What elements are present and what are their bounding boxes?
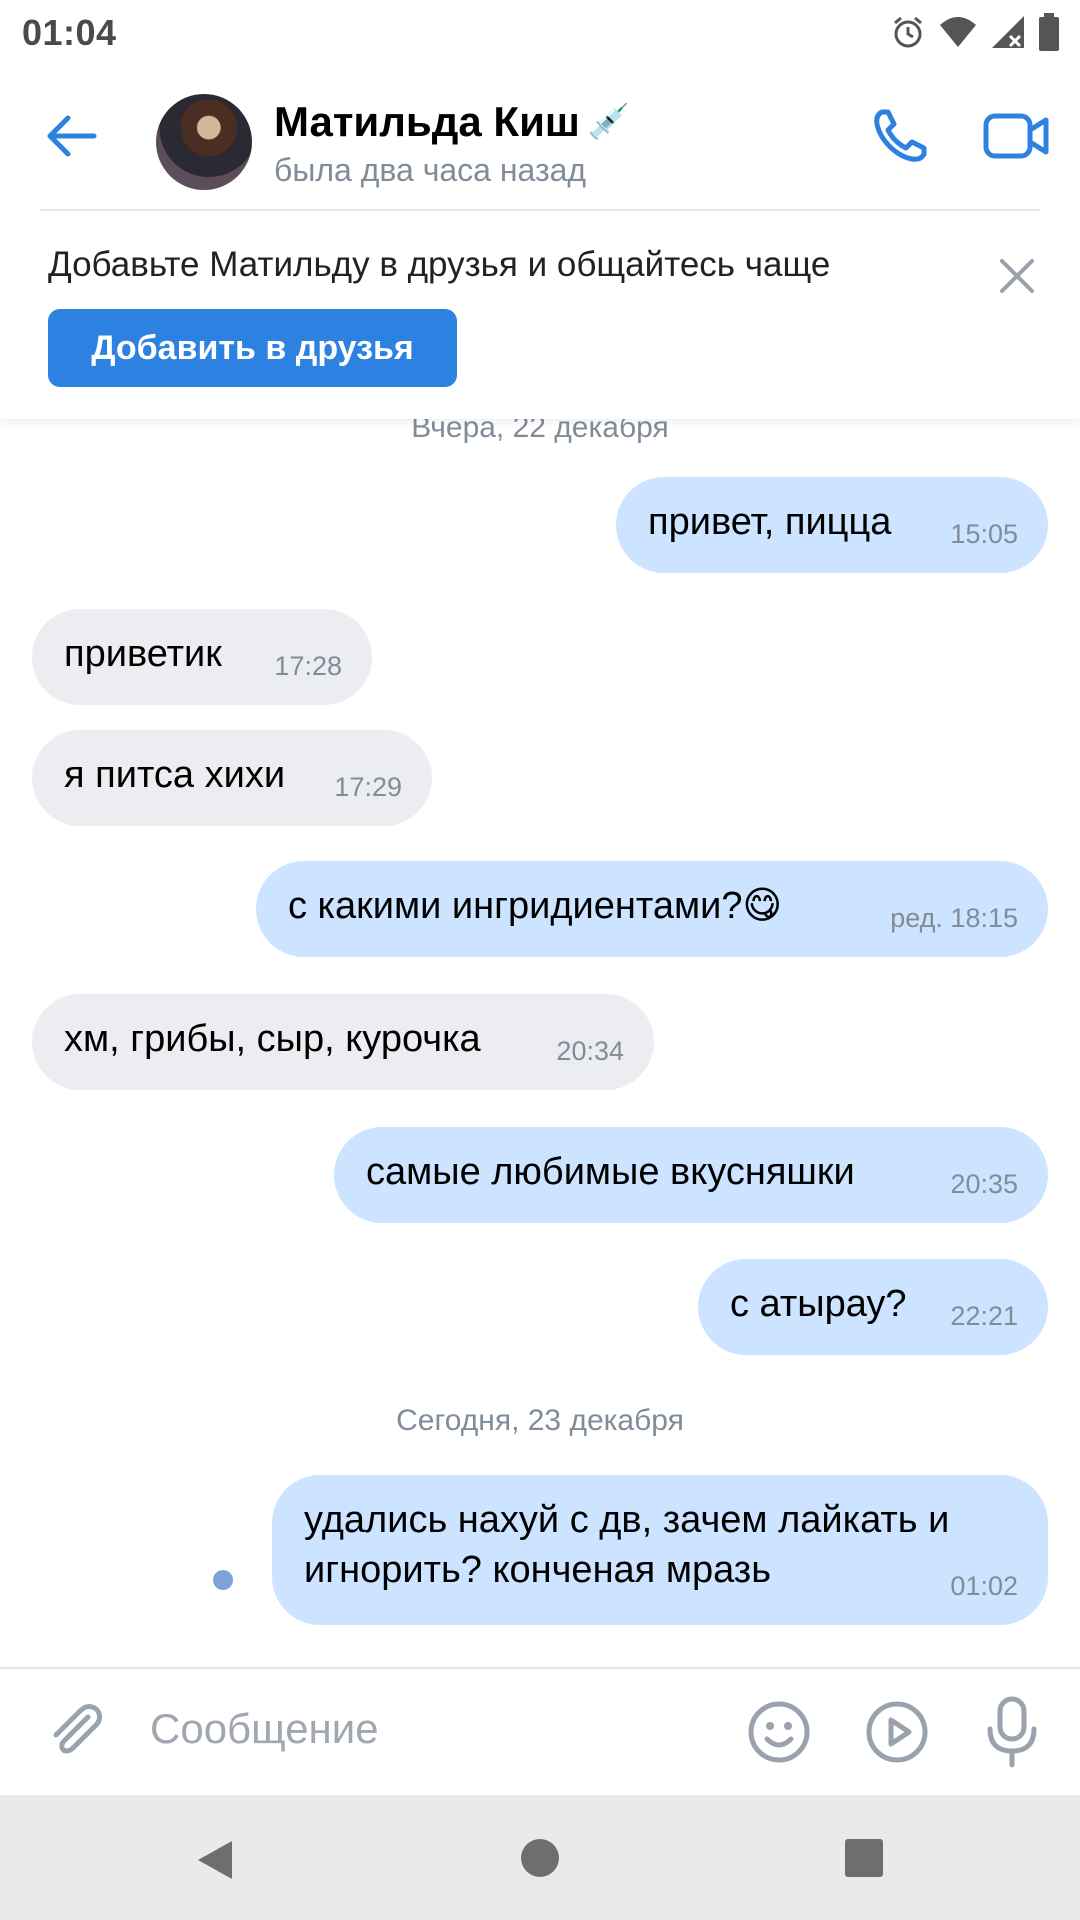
message-bubble-incoming[interactable]: я питса хихи 17:29 [32, 730, 432, 826]
signal-icon [992, 16, 1024, 48]
message-time: 15:05 [950, 519, 1018, 549]
add-friend-banner: Добавьте Матильду в друзья и общайтесь ч… [0, 211, 1080, 419]
message-text: приветик [64, 633, 222, 675]
alarm-icon [894, 16, 922, 48]
video-message-icon[interactable] [864, 1699, 930, 1765]
message-input[interactable]: Сообщение [150, 1705, 379, 1753]
system-navigation-bar [0, 1795, 1080, 1920]
message-text: хм, грибы, сыр, курочка [64, 1018, 481, 1060]
battery-icon [1039, 13, 1059, 51]
nav-recents-icon[interactable] [845, 1839, 883, 1877]
message-text: с атырау? [730, 1283, 907, 1325]
message-time: 20:34 [556, 1036, 624, 1066]
phone-icon[interactable] [868, 104, 932, 168]
message-bubble-outgoing[interactable]: удались нахуй с дв, зачем лайкать и игно… [272, 1475, 1048, 1625]
message-bubble-outgoing[interactable]: с атырау? 22:21 [698, 1259, 1048, 1355]
banner-text: Добавьте Матильду в друзья и общайтесь ч… [48, 245, 831, 284]
message-time: 22:21 [950, 1301, 1018, 1331]
message-bubble-incoming[interactable]: хм, грибы, сыр, курочка 20:34 [32, 994, 654, 1090]
nav-back-icon[interactable] [192, 1837, 238, 1883]
message-time: 17:28 [274, 651, 342, 681]
status-time: 01:04 [22, 12, 117, 53]
emoji-icon[interactable] [746, 1699, 812, 1765]
add-friend-button[interactable]: Добавить в друзья [48, 309, 457, 387]
message-text: привет, пицца [648, 501, 892, 543]
wifi-icon [940, 17, 976, 47]
unread-indicator [213, 1570, 233, 1590]
message-text: с какими ингридиентами?😋 [288, 885, 783, 927]
message-bubble-outgoing[interactable]: с какими ингридиентами?😋 ред. 18:15 [256, 861, 1048, 957]
microphone-icon[interactable] [982, 1695, 1042, 1769]
message-time: 20:35 [950, 1169, 1018, 1199]
message-time: 01:02 [950, 1571, 1018, 1601]
message-bubble-incoming[interactable]: приветик 17:28 [32, 609, 372, 705]
message-time: 17:29 [334, 772, 402, 802]
syringe-emoji: 💉 [587, 103, 631, 141]
paperclip-icon[interactable] [44, 1699, 108, 1763]
video-camera-icon[interactable] [982, 108, 1052, 164]
contact-info[interactable]: Матильда Киш 💉 была два часа назад [274, 98, 630, 189]
nav-home-icon[interactable] [521, 1839, 559, 1877]
chat-header: Матильда Киш 💉 была два часа назад [0, 64, 1080, 210]
contact-name: Матильда Киш 💉 [274, 98, 631, 145]
status-bar: 01:04 [0, 0, 1080, 64]
message-text: самые любимые вкусняшки [366, 1151, 855, 1193]
close-icon[interactable] [996, 255, 1038, 297]
date-separator: Сегодня, 23 декабря [396, 1404, 684, 1437]
status-icons [890, 12, 1060, 52]
message-time: ред. 18:15 [890, 903, 1018, 933]
message-composer: Сообщение [0, 1667, 1080, 1795]
contact-avatar[interactable] [156, 94, 252, 190]
date-separator: Вчера, 22 декабря [411, 419, 669, 444]
message-text: я питса хихи [64, 754, 286, 796]
last-seen-status: была два часа назад [274, 152, 587, 188]
message-list[interactable]: Вчера, 22 декабря привет, пицца 15:05 пр… [0, 419, 1080, 1667]
message-text: удались нахуй с дв, зачем лайкать и игно… [304, 1499, 950, 1591]
back-arrow-icon[interactable] [40, 104, 104, 168]
message-bubble-outgoing[interactable]: самые любимые вкусняшки 20:35 [334, 1127, 1048, 1223]
message-bubble-outgoing[interactable]: привет, пицца 15:05 [616, 477, 1048, 573]
